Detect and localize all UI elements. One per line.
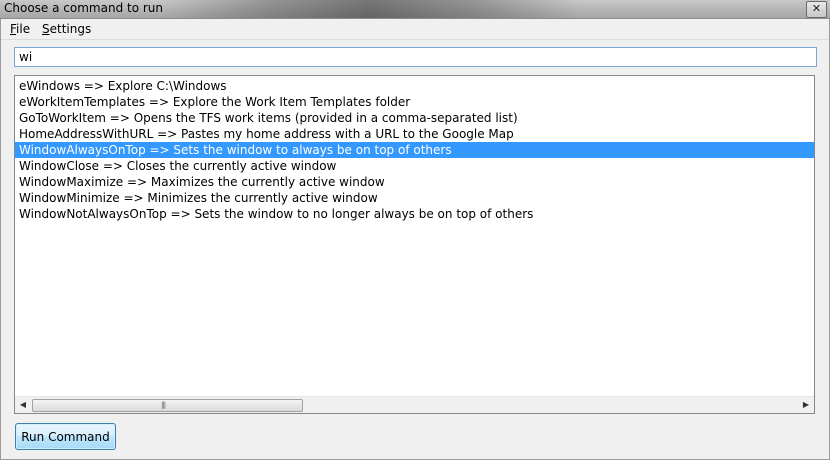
close-button[interactable]: ✕ [806, 1, 827, 18]
menu-file[interactable]: File [10, 22, 30, 37]
command-list-item[interactable]: WindowMaximize => Maximizes the currentl… [15, 174, 814, 190]
menu-settings[interactable]: Settings [42, 22, 91, 37]
menu-file-label: ile [16, 22, 31, 36]
command-list-item[interactable]: WindowMinimize => Minimizes the currentl… [15, 190, 814, 206]
command-filter-input[interactable] [14, 47, 817, 67]
menu-settings-accelerator: S [42, 22, 50, 36]
command-list-item[interactable]: eWorkItemTemplates => Explore the Work I… [15, 94, 814, 110]
scroll-thumb[interactable]: ||| [32, 399, 303, 412]
command-list-item[interactable]: GoToWorkItem => Opens the TFS work items… [15, 110, 814, 126]
command-list-item[interactable]: WindowNotAlwaysOnTop => Sets the window … [15, 206, 814, 222]
command-list-item[interactable]: eWindows => Explore C:\Windows [15, 78, 814, 94]
scroll-thumb-grip-icon: ||| [161, 401, 166, 409]
run-command-button[interactable]: Run Command [15, 423, 116, 450]
command-list-item[interactable]: WindowClose => Closes the currently acti… [15, 158, 814, 174]
command-list-items: eWindows => Explore C:\Windows eWorkItemT… [15, 78, 814, 222]
menu-bar: File Settings [0, 19, 830, 40]
title-bar-background-art [160, 0, 580, 18]
menu-settings-label: ettings [49, 22, 92, 36]
scroll-right-arrow-icon[interactable]: ▶ [798, 397, 814, 413]
command-list-item[interactable]: HomeAddressWithURL => Pastes my home add… [15, 126, 814, 142]
command-list[interactable]: eWindows => Explore C:\Windows eWorkItemT… [14, 75, 815, 414]
command-list-item[interactable]: WindowAlwaysOnTop => Sets the window to … [15, 142, 814, 158]
window-title: Choose a command to run [4, 1, 163, 15]
window-frame-left [0, 19, 1, 460]
horizontal-scrollbar[interactable]: ◀ ||| ▶ [15, 396, 814, 413]
close-icon: ✕ [811, 2, 822, 15]
command-chooser-window: Choose a command to run ✕ File Settings … [0, 0, 830, 460]
scroll-left-arrow-icon[interactable]: ◀ [15, 397, 31, 413]
title-bar[interactable]: Choose a command to run ✕ [0, 0, 830, 19]
